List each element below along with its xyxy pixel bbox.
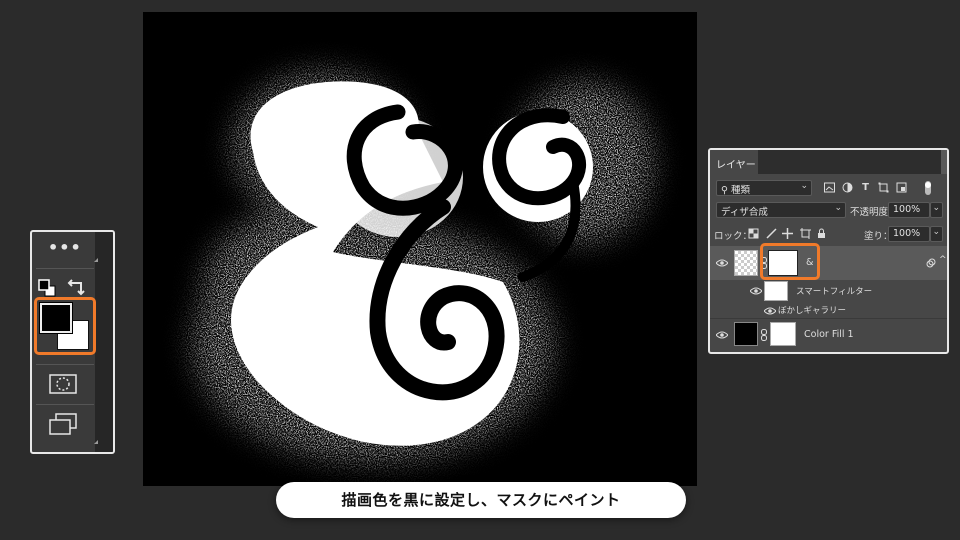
panel-scroll-stub bbox=[941, 150, 947, 174]
opacity-dropdown[interactable]: ⌄ bbox=[930, 202, 943, 218]
caption-banner: 描画色を黒に設定し、マスクにペイント bbox=[276, 482, 686, 518]
blend-mode-select[interactable]: ディザ合成 ⌄ bbox=[716, 202, 846, 218]
tab-layers[interactable]: レイヤー bbox=[710, 150, 758, 174]
workspace: ••• レイヤー ⚲ 種類 ⌄ T ディザ合成 ⌄ 不透明度： 100% ⌄ ロ… bbox=[0, 0, 960, 540]
lock-position-icon[interactable] bbox=[782, 228, 793, 239]
lock-transparent-icon[interactable] bbox=[748, 228, 759, 239]
submenu-triangle-icon bbox=[90, 440, 98, 444]
layer-row-color-fill[interactable]: Color Fill 1 bbox=[710, 320, 947, 350]
ampersand-artwork bbox=[193, 72, 653, 462]
mask-selection-highlight bbox=[760, 243, 820, 280]
fill-input[interactable]: 100% bbox=[888, 226, 930, 242]
layer-row-ampersand[interactable]: & ^ bbox=[710, 246, 947, 280]
panel-tab-bar: レイヤー bbox=[710, 150, 947, 174]
layer-thumbnail[interactable] bbox=[734, 250, 758, 276]
smart-filter-label: スマートフィルター bbox=[796, 287, 873, 297]
smart-filter-mask-thumbnail[interactable] bbox=[764, 281, 788, 301]
fill-layer-thumbnail[interactable] bbox=[734, 322, 758, 346]
blur-gallery-label: ぼかしギャラリー bbox=[778, 306, 847, 316]
layers-panel: レイヤー ⚲ 種類 ⌄ T ディザ合成 ⌄ 不透明度： 100% ⌄ ロック： bbox=[708, 148, 949, 354]
divider bbox=[36, 268, 94, 269]
chevron-down-icon: ⌄ bbox=[932, 203, 940, 213]
link-chain-icon[interactable] bbox=[761, 329, 767, 341]
submenu-triangle-icon bbox=[90, 258, 98, 262]
opacity-input[interactable]: 100% bbox=[888, 202, 930, 218]
lock-label: ロック： bbox=[714, 231, 753, 242]
lock-image-icon[interactable] bbox=[766, 228, 777, 239]
smart-filter-row[interactable]: スマートフィルター bbox=[710, 280, 947, 302]
swap-arrows-icon[interactable] bbox=[66, 276, 88, 298]
lock-artboard-icon[interactable] bbox=[800, 228, 811, 239]
screen-mode-icon[interactable] bbox=[48, 412, 78, 436]
quick-mask-icon[interactable] bbox=[48, 372, 78, 396]
default-colors-icon[interactable] bbox=[38, 279, 56, 297]
fill-layer-mask-thumbnail[interactable] bbox=[770, 322, 796, 346]
document-canvas[interactable] bbox=[143, 12, 697, 486]
visibility-eye-icon[interactable] bbox=[750, 287, 762, 295]
divider bbox=[710, 318, 947, 319]
smart-object-filter-icon[interactable] bbox=[896, 182, 907, 193]
layer-name: Color Fill 1 bbox=[804, 329, 854, 340]
smart-filter-effects-icon[interactable] bbox=[926, 258, 936, 268]
more-tools-icon[interactable]: ••• bbox=[48, 238, 82, 257]
shape-filter-icon[interactable] bbox=[878, 182, 889, 193]
search-icon: ⚲ bbox=[721, 185, 728, 196]
panel-scrollbar[interactable] bbox=[95, 232, 113, 452]
divider bbox=[36, 404, 94, 405]
chevron-down-icon: ⌄ bbox=[800, 181, 808, 191]
visibility-eye-icon[interactable] bbox=[764, 307, 776, 315]
visibility-eye-icon[interactable] bbox=[716, 259, 728, 267]
collapse-chevron-icon[interactable]: ^ bbox=[939, 255, 947, 265]
adjustment-filter-icon[interactable] bbox=[842, 182, 853, 193]
visibility-eye-icon[interactable] bbox=[716, 331, 728, 339]
type-filter-icon[interactable]: T bbox=[860, 182, 871, 193]
lock-all-icon[interactable] bbox=[816, 228, 827, 239]
foreground-color-swatch[interactable] bbox=[39, 302, 73, 334]
tools-panel: ••• bbox=[30, 230, 115, 454]
divider bbox=[36, 364, 94, 365]
chevron-down-icon: ⌄ bbox=[932, 227, 940, 237]
chevron-down-icon: ⌄ bbox=[834, 203, 842, 213]
fill-dropdown[interactable]: ⌄ bbox=[930, 226, 943, 242]
pixel-filter-icon[interactable] bbox=[824, 182, 835, 193]
layer-filter-select[interactable]: ⚲ 種類 ⌄ bbox=[716, 180, 812, 196]
color-swatch-highlight bbox=[34, 297, 96, 355]
filter-toggle-icon[interactable] bbox=[922, 180, 934, 196]
